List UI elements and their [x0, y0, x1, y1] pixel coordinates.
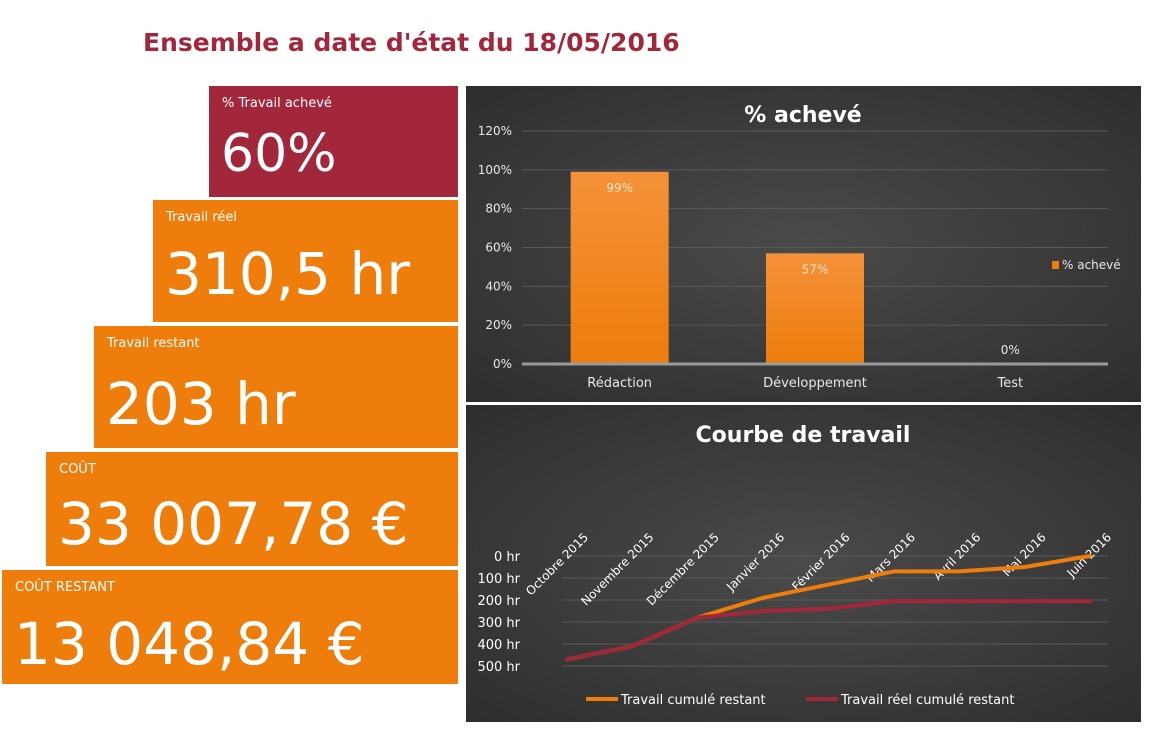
- x-tick-label: Décembre 2015: [644, 530, 722, 608]
- bar-rédaction: [570, 171, 669, 364]
- percent-complete-bar-chart: % achevé 0% 20% 40% 60% 80% 100% 120% 99% Rédacti…: [478, 103, 1121, 391]
- y-tick-label: 60%: [485, 241, 512, 255]
- page-title: Ensemble a date d'état du 18/05/2016: [143, 28, 680, 57]
- kpi-value: 310,5 hr: [165, 240, 411, 308]
- kpi-value: 33 007,78 €: [58, 490, 409, 558]
- kpi-card-remaining-work: Travail restant 203 hr: [94, 326, 458, 448]
- x-tick-label: Janvier 2016: [723, 530, 787, 594]
- series-line-2: [565, 599, 1092, 662]
- kpi-card-percent-complete: % Travail achevé 60%: [209, 86, 458, 197]
- legend-label-1: Travail cumulé restant: [620, 693, 766, 708]
- y-tick-label: 200 hr: [477, 594, 520, 609]
- data-label: 99%: [606, 181, 633, 195]
- y-tick-label: 40%: [485, 279, 512, 293]
- x-tick-label: Octobre 2015: [523, 530, 591, 598]
- y-tick-label: 300 hr: [477, 616, 520, 631]
- y-tick-label: 500 hr: [477, 660, 520, 675]
- y-tick-label: 100 hr: [477, 572, 520, 587]
- kpi-label: COÛT: [59, 462, 96, 477]
- y-tick-label: 100%: [478, 163, 512, 177]
- data-label: 0%: [1001, 343, 1020, 357]
- kpi-card-actual-work: Travail réel 310,5 hr: [153, 200, 458, 322]
- y-tick-label: 120%: [478, 124, 512, 138]
- percent-complete-chart-panel: % achevé 0% 20% 40% 60% 80% 100% 120% 99% Rédacti…: [466, 86, 1141, 402]
- x-tick-label: Avril 2016: [931, 530, 984, 583]
- kpi-label: COÛT RESTANT: [15, 580, 115, 595]
- legend-swatch: [1052, 261, 1059, 269]
- kpi-label: % Travail achevé: [222, 96, 332, 111]
- work-curve-line-chart: Courbe de travail 0 hr 100 hr 200 hr 300 hr 4…: [477, 423, 1114, 708]
- chart-title: % achevé: [744, 103, 861, 128]
- work-curve-chart-panel: Courbe de travail 0 hr 100 hr 200 hr 300 hr 4…: [466, 405, 1141, 722]
- legend-label: % achevé: [1062, 258, 1121, 272]
- legend-label-2: Travail réel cumulé restant: [840, 693, 1014, 708]
- kpi-label: Travail restant: [107, 336, 200, 351]
- kpi-card-cost: COÛT 33 007,78 €: [46, 452, 458, 566]
- kpi-card-remaining-cost: COÛT RESTANT 13 048,84 €: [2, 570, 458, 684]
- chart-title: Courbe de travail: [696, 423, 911, 448]
- kpi-value: 203 hr: [106, 370, 296, 438]
- y-tick-label: 20%: [485, 318, 512, 332]
- y-tick-label: 80%: [485, 202, 512, 216]
- kpi-value: 13 048,84 €: [14, 610, 365, 678]
- x-tick-label: Mai 2016: [1000, 530, 1049, 579]
- y-tick-label: 0 hr: [494, 550, 521, 565]
- kpi-label: Travail réel: [166, 210, 238, 225]
- x-tick-label: Rédaction: [587, 376, 652, 391]
- y-tick-label: 0%: [493, 357, 512, 371]
- x-tick-label: Développement: [763, 376, 867, 391]
- y-tick-label: 400 hr: [477, 638, 520, 653]
- data-label: 57%: [802, 262, 829, 276]
- x-tick-label: Test: [997, 376, 1024, 391]
- kpi-value: 60%: [221, 124, 337, 184]
